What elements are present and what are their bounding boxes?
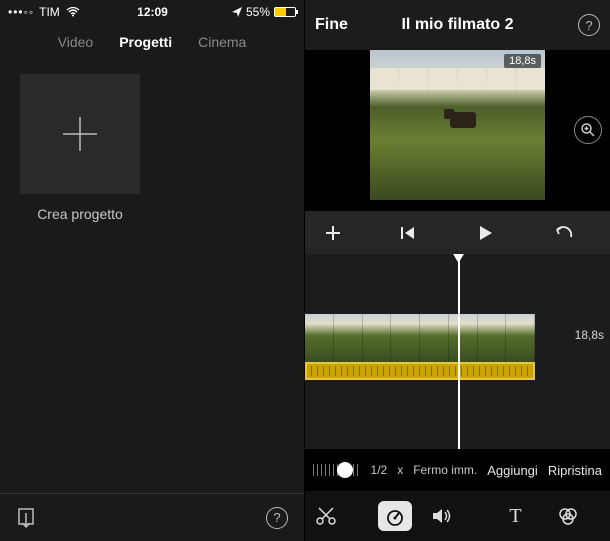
tool-bar: T bbox=[305, 491, 610, 541]
play-button[interactable] bbox=[476, 224, 516, 242]
speed-controls: 1/2 x Fermo imm. Aggiungi Ripristina bbox=[305, 449, 610, 491]
add-media-button[interactable] bbox=[323, 223, 363, 243]
help-icon[interactable]: ? bbox=[266, 507, 288, 529]
speed-tool[interactable] bbox=[378, 501, 412, 531]
tab-video[interactable]: Video bbox=[58, 34, 94, 50]
undo-button[interactable] bbox=[552, 225, 592, 241]
freeze-label: Fermo imm. bbox=[413, 463, 477, 477]
tab-bar: Video Progetti Cinema bbox=[0, 24, 304, 64]
battery-icon bbox=[274, 7, 296, 17]
preview-area: 18,8s bbox=[305, 50, 610, 210]
duration-badge: 18,8s bbox=[504, 54, 541, 68]
zoom-button[interactable] bbox=[574, 116, 602, 144]
status-time: 12:09 bbox=[0, 5, 305, 19]
reset-button[interactable]: Ripristina bbox=[548, 463, 602, 478]
left-footer: ? bbox=[0, 493, 304, 541]
create-project-label: Crea progetto bbox=[20, 206, 140, 222]
project-title: Il mio filmato 2 bbox=[305, 16, 610, 34]
speed-slider[interactable] bbox=[313, 460, 361, 480]
editor-screen: Fine Il mio filmato 2 ? 18,8s bbox=[305, 0, 610, 541]
export-icon[interactable] bbox=[16, 507, 36, 529]
scissors-tool[interactable] bbox=[315, 506, 359, 526]
audio-clip[interactable] bbox=[305, 362, 535, 380]
filters-tool[interactable] bbox=[557, 506, 601, 526]
plus-icon bbox=[55, 109, 105, 159]
projects-screen: •••◦◦ TIM 12:09 55% Video Progetti Cinem… bbox=[0, 0, 305, 541]
editor-header: Fine Il mio filmato 2 ? bbox=[305, 0, 610, 50]
video-clip[interactable] bbox=[305, 314, 535, 362]
skip-start-button[interactable] bbox=[399, 225, 439, 241]
timeline[interactable]: 18,8s bbox=[305, 254, 610, 449]
text-tool[interactable]: T bbox=[494, 505, 538, 528]
status-bar: •••◦◦ TIM 12:09 55% bbox=[0, 0, 304, 24]
create-project-tile[interactable] bbox=[20, 74, 140, 194]
speed-ratio: 1/2 bbox=[371, 463, 388, 477]
speed-x: x bbox=[397, 463, 403, 477]
video-preview[interactable]: 18,8s bbox=[370, 50, 545, 200]
volume-tool[interactable] bbox=[431, 507, 475, 525]
tab-cinema[interactable]: Cinema bbox=[198, 34, 246, 50]
playhead[interactable] bbox=[458, 254, 460, 449]
tab-progetti[interactable]: Progetti bbox=[119, 34, 172, 50]
add-freeze-button[interactable]: Aggiungi bbox=[487, 463, 538, 478]
timeline-duration: 18,8s bbox=[575, 328, 604, 342]
transport-bar bbox=[305, 210, 610, 254]
